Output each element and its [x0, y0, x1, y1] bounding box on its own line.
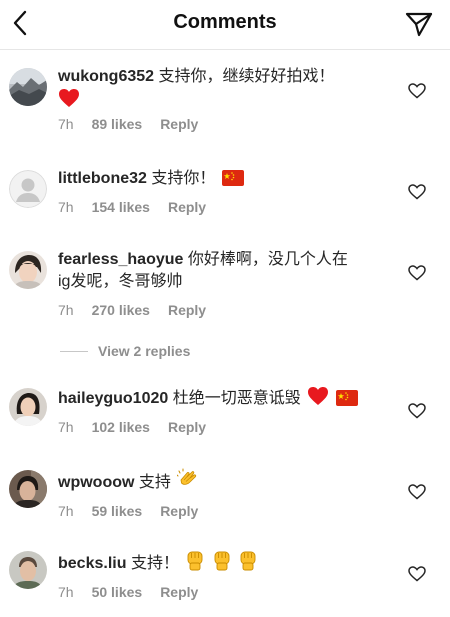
comment-time: 7h: [58, 116, 74, 132]
avatar[interactable]: [9, 170, 47, 208]
share-button[interactable]: [404, 9, 434, 39]
comment-text: wpwooow 支持: [58, 468, 400, 494]
heart-outline-icon[interactable]: [408, 403, 426, 419]
likes-count[interactable]: 270 likes: [92, 302, 150, 318]
landscape-avatar-image: [9, 68, 47, 106]
heart-outline-icon[interactable]: [408, 265, 426, 281]
heart-outline-icon[interactable]: [408, 484, 426, 500]
comment-text: wukong6352 支持你，继续好好拍戏！: [58, 66, 400, 88]
reply-button[interactable]: Reply: [160, 116, 198, 132]
likes-count[interactable]: 50 likes: [92, 584, 143, 600]
comment-body: 支持你！: [151, 170, 216, 187]
comment-time: 7h: [58, 302, 74, 318]
page-title: Comments: [173, 11, 277, 33]
avatar[interactable]: [9, 251, 47, 289]
comments-screen: Comments wukong6352 支持你，继续好好拍戏！ 7h 89 li…: [0, 0, 450, 617]
red-heart-icon: [59, 89, 79, 107]
portrait-avatar-image: [9, 251, 47, 289]
comment-meta: 7h 89 likes Reply: [58, 116, 400, 132]
comment-username[interactable]: fearless_haoyue: [58, 251, 183, 268]
red-heart-icon: [308, 387, 329, 405]
comment-text: becks.liu 支持！: [58, 549, 400, 575]
likes-count[interactable]: 89 likes: [92, 116, 143, 132]
heart-outline-icon[interactable]: [408, 83, 426, 99]
comment-username[interactable]: littlebone32: [58, 170, 147, 187]
avatar[interactable]: [9, 388, 47, 426]
china-flag-icon: [335, 390, 358, 406]
comment-text: littlebone32 支持你！: [58, 168, 400, 190]
comment-time: 7h: [58, 503, 74, 519]
header-bar: Comments: [0, 0, 450, 50]
reply-button[interactable]: Reply: [168, 302, 206, 318]
clapping-hands-icon: [177, 468, 197, 485]
reply-button[interactable]: Reply: [168, 419, 206, 435]
comment-username[interactable]: becks.liu: [58, 555, 126, 572]
divider-line: [60, 350, 88, 352]
avatar[interactable]: [9, 551, 47, 589]
comment-meta: 7h 154 likes Reply: [58, 199, 400, 215]
reply-button[interactable]: Reply: [160, 584, 198, 600]
portrait-avatar-image: [9, 470, 47, 508]
comment-body: 支持: [138, 474, 171, 491]
comment-username[interactable]: wpwooow: [58, 474, 134, 491]
portrait-avatar-image: [9, 551, 47, 589]
heart-outline-icon[interactable]: [408, 566, 426, 582]
comment-time: 7h: [58, 584, 74, 600]
comment-username[interactable]: wukong6352: [58, 68, 154, 85]
heart-outline-icon[interactable]: [408, 184, 426, 200]
comment-meta: 7h 102 likes Reply: [58, 419, 400, 435]
reply-button[interactable]: Reply: [168, 199, 206, 215]
raised-fist-icon: [214, 551, 230, 571]
comment-body: 你好棒啊，没几个人在: [187, 251, 348, 268]
comment-time: 7h: [58, 419, 74, 435]
avatar[interactable]: [9, 470, 47, 508]
portrait-avatar-image: [9, 388, 47, 426]
likes-count[interactable]: 154 likes: [92, 199, 150, 215]
default-avatar-image: [9, 170, 47, 208]
comment-meta: 7h 270 likes Reply: [58, 302, 400, 318]
view-replies-button[interactable]: View 2 replies: [60, 343, 190, 359]
view-replies-label: View 2 replies: [98, 343, 191, 359]
reply-button[interactable]: Reply: [160, 503, 198, 519]
comment-text: haileyguo1020 杜绝一切恶意诋毁: [58, 386, 400, 410]
comment-body: 杜绝一切恶意诋毁: [172, 390, 301, 407]
comment-meta: 7h 50 likes Reply: [58, 584, 400, 600]
raised-fist-icon: [187, 551, 203, 571]
raised-fist-icon: [240, 551, 256, 571]
comment-username[interactable]: haileyguo1020: [58, 390, 168, 407]
likes-count[interactable]: 59 likes: [92, 503, 143, 519]
avatar[interactable]: [9, 68, 47, 106]
comment-meta: 7h 59 likes Reply: [58, 503, 400, 519]
comment-time: 7h: [58, 199, 74, 215]
comment-body: 支持！: [130, 555, 179, 572]
comment-text: fearless_haoyue 你好棒啊，没几个人在: [58, 249, 400, 271]
comment-body: 支持你，继续好好拍戏！: [158, 68, 335, 85]
china-flag-icon: [221, 170, 244, 186]
comment-body-continued: ig发呢，冬哥够帅: [58, 273, 183, 290]
likes-count[interactable]: 102 likes: [92, 419, 150, 435]
paper-plane-icon: [405, 12, 433, 37]
